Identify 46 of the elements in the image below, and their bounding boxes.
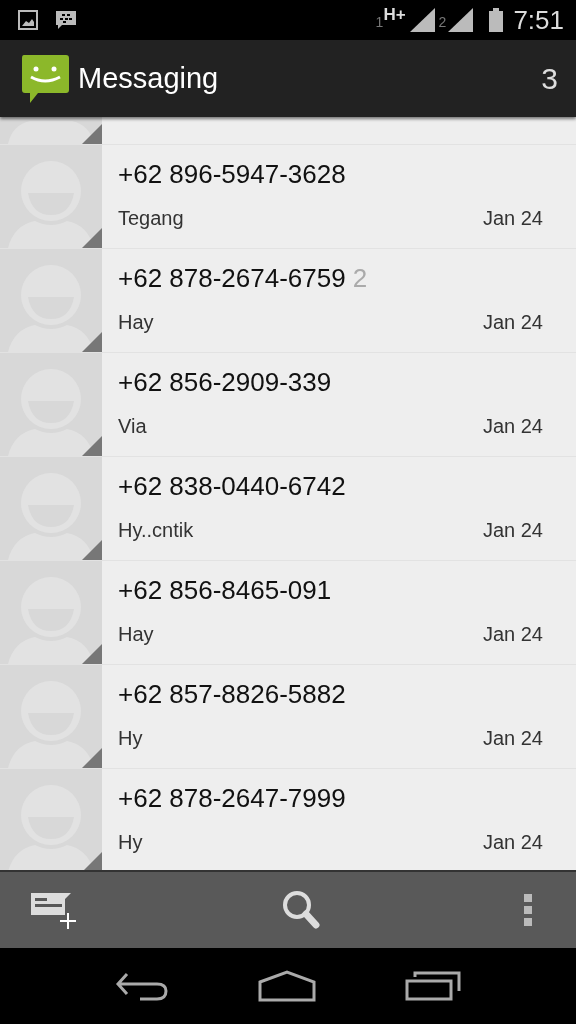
message-count: 2 [352, 263, 368, 294]
message-snippet: Via [118, 415, 147, 438]
unread-count: 3 [541, 61, 558, 96]
message-date: Jan 24 [482, 623, 543, 646]
contact-avatar-icon[interactable] [0, 249, 102, 352]
overflow-menu-icon [524, 894, 532, 926]
message-date: Jan 24 [482, 727, 543, 750]
clock: 7:51 [513, 4, 564, 36]
message-snippet: Hay [118, 311, 154, 334]
battery-icon [489, 8, 504, 32]
contact-number: +62 856-2909-339 [118, 367, 332, 398]
message-date: Jan 24 [482, 831, 543, 854]
contact-avatar-icon[interactable] [0, 353, 102, 456]
contact-number: +62 838-0440-6742 [118, 471, 346, 502]
message-snippet: Hy [118, 831, 143, 854]
message-date: Jan 24 [482, 519, 543, 542]
app-title: Messaging [78, 62, 220, 95]
message-date: Jan 24 [482, 207, 543, 230]
contact-number: +62 857-8826-5882 [118, 679, 346, 710]
back-icon [114, 971, 169, 1001]
contact-avatar-icon[interactable] [0, 665, 102, 768]
home-icon [258, 970, 316, 1002]
signal-icon [409, 8, 435, 32]
contact-avatar-icon[interactable] [0, 145, 102, 248]
message-date: Jan 24 [482, 415, 543, 438]
message-snippet: Hy [118, 727, 143, 750]
message-snippet: Hay [118, 623, 154, 646]
signal-icon [448, 8, 474, 32]
contact-number: +62 856-8465-091 [118, 575, 332, 606]
contact-avatar-icon[interactable] [0, 561, 102, 664]
messaging-app-icon [22, 54, 69, 103]
contact-number: +62 878-2674-6759 [118, 263, 346, 294]
sim-label: 2 [438, 14, 447, 30]
sim-label: 1 [375, 14, 384, 30]
image-icon [18, 10, 38, 30]
contact-number: +62 896-5947-3628 [118, 159, 346, 190]
contact-avatar-icon[interactable] [0, 769, 102, 870]
message-snippet: Hy..cntik [118, 519, 194, 542]
message-snippet: Tegang [118, 207, 184, 230]
recent-apps-icon [405, 971, 462, 1001]
contact-avatar-icon[interactable] [0, 457, 102, 560]
search-icon [282, 890, 320, 930]
contact-number: +62 878-2647-7999 [118, 783, 346, 814]
chat-bubble-icon [54, 9, 78, 31]
message-date: Jan 24 [482, 311, 543, 334]
network-type: H+ [383, 5, 406, 25]
